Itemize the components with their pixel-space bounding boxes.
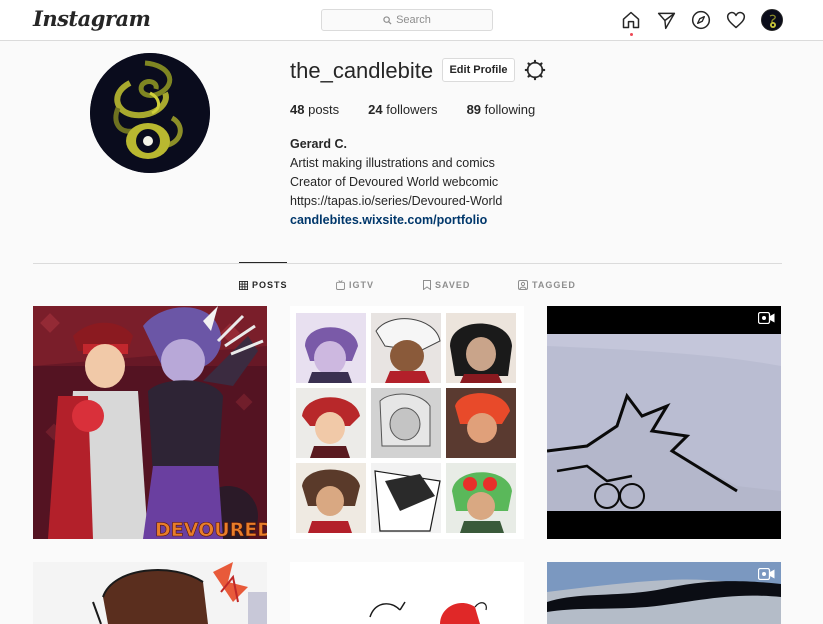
search-input[interactable]: Search <box>321 9 493 31</box>
bio-website-link[interactable]: candlebites.wixsite.com/portfolio <box>290 211 502 230</box>
video-icon <box>758 568 775 580</box>
search-placeholder: Search <box>396 14 431 26</box>
post-thumbnail[interactable] <box>290 306 524 539</box>
followers-count-label: followers <box>386 102 438 117</box>
posts-count: 48 posts <box>290 102 339 117</box>
profile-username: the_candlebite <box>290 58 434 83</box>
settings-gear-icon[interactable] <box>524 59 546 81</box>
following-link[interactable]: 89 following <box>467 102 536 117</box>
post-thumbnail[interactable] <box>33 562 267 624</box>
tab-label: SAVED <box>435 280 471 290</box>
tab-igtv[interactable]: IGTV <box>336 280 374 290</box>
profile-stats: 48 posts 24 followers 89 following <box>290 102 564 117</box>
bio-line: Artist making illustrations and comics <box>290 156 495 170</box>
bio-line: Creator of Devoured World webcomic <box>290 175 499 189</box>
post-thumbnail[interactable] <box>290 562 524 624</box>
tagged-icon <box>518 280 528 290</box>
tab-label: IGTV <box>349 280 375 290</box>
home-icon[interactable] <box>620 9 642 31</box>
top-navigation-bar: Instagram Search <box>0 0 823 41</box>
followers-count-value: 24 <box>368 102 383 117</box>
posts-count-label: posts <box>308 102 340 117</box>
post-thumbnail[interactable] <box>547 306 781 539</box>
profile-bio: Gerard C. Artist making illustrations an… <box>290 135 502 230</box>
profile-picture[interactable] <box>90 53 210 173</box>
followers-link[interactable]: 24 followers <box>368 102 437 117</box>
post-thumbnail[interactable] <box>547 562 781 624</box>
instagram-logo[interactable]: Instagram <box>33 6 151 31</box>
grid-icon <box>239 280 248 290</box>
tab-posts[interactable]: POSTS <box>239 280 288 290</box>
tab-tagged[interactable]: TAGGED <box>518 280 576 290</box>
tabs-divider <box>33 263 782 264</box>
post-art-text: DEVOURED <box>155 519 267 539</box>
profile-avatar-icon[interactable] <box>761 9 783 31</box>
tab-label: POSTS <box>252 280 288 290</box>
tab-label: TAGGED <box>532 280 576 290</box>
notification-dot <box>630 33 633 36</box>
explore-icon[interactable] <box>690 9 712 31</box>
send-icon[interactable] <box>655 9 677 31</box>
search-icon <box>383 15 392 25</box>
edit-profile-button[interactable]: Edit Profile <box>442 58 515 82</box>
post-thumbnail[interactable]: DEVOURED <box>33 306 267 539</box>
bio-name: Gerard C. <box>290 137 347 151</box>
igtv-icon <box>336 280 345 290</box>
posts-count-value: 48 <box>290 102 305 117</box>
active-tab-indicator <box>239 262 287 263</box>
heart-icon[interactable] <box>725 9 747 31</box>
bookmark-icon <box>423 280 431 290</box>
bio-line: https://tapas.io/series/Devoured-World <box>290 194 503 208</box>
video-icon <box>758 312 775 324</box>
following-count-value: 89 <box>466 102 482 117</box>
tab-saved[interactable]: SAVED <box>423 280 470 290</box>
following-count-label: following <box>484 102 536 117</box>
